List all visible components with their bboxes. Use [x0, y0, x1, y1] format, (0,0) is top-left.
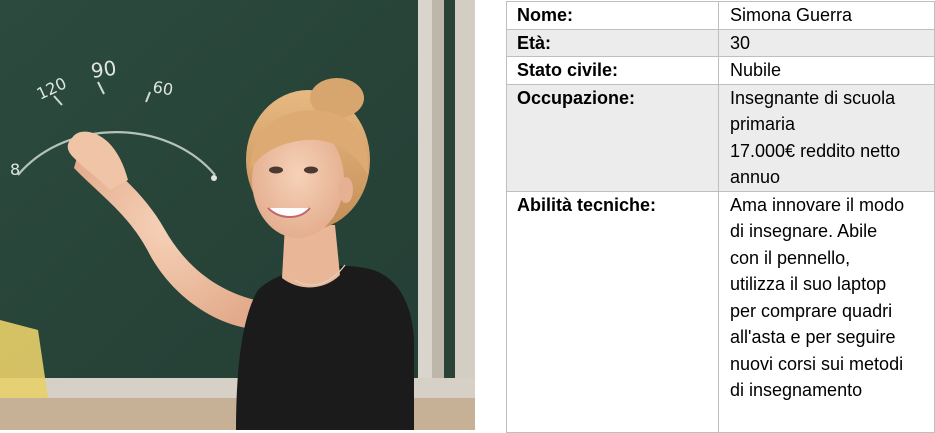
row-label: Abilità tecniche:	[506, 190, 719, 433]
row-label: Occupazione:	[506, 83, 719, 192]
value-line: Insegnante di scuola	[730, 87, 896, 108]
value-line: per comprare quadri	[730, 300, 893, 321]
value-line: Nubile	[730, 60, 782, 80]
value-line: Simona Guerra	[730, 5, 853, 25]
row-label: Nome:	[506, 1, 719, 30]
chalk-mark-60: 60	[151, 77, 174, 99]
row-value: 30	[718, 28, 935, 57]
value-line: nuovi corsi sui metodi	[730, 353, 904, 374]
value-line: 17.000€ reddito netto	[730, 140, 901, 161]
value-line: di insegnare. Abile	[730, 221, 878, 241]
teacher-at-chalkboard-photo: 90 120 60 8	[0, 0, 475, 430]
row-value: Insegnante di scuola primaria 17.000€ re…	[718, 83, 935, 192]
black-dress	[236, 265, 414, 430]
value-line: di insegnamento	[730, 380, 863, 400]
row-value: Simona Guerra	[718, 1, 935, 30]
table-row-eta: Età: 30	[506, 28, 935, 57]
table-row-occupazione: Occupazione: Insegnante di scuola primar…	[506, 83, 935, 192]
row-value: Ama innovare il modo di insegnare. Abile…	[718, 190, 935, 433]
row-label: Età:	[506, 28, 719, 57]
value-line: all'asta e per seguire	[730, 327, 896, 347]
value-line: utilizza il suo laptop	[730, 274, 887, 294]
value-line: annuo	[730, 167, 781, 187]
persona-profile-table: Nome: Simona Guerra Età: 30 Stato civile…	[506, 1, 935, 433]
value-line: Ama innovare il modo	[730, 194, 905, 215]
value-line: primaria	[730, 114, 796, 134]
table-row-nome: Nome: Simona Guerra	[506, 1, 935, 30]
value-line: con il pennello,	[730, 247, 851, 268]
row-value: Nubile	[718, 56, 935, 85]
value-line: 30	[730, 32, 751, 53]
table-row-stato-civile: Stato civile: Nubile	[506, 56, 935, 85]
chalk-mark-8: 8	[10, 160, 20, 179]
row-label: Stato civile:	[506, 56, 719, 85]
table-row-abilita-tecniche: Abilità tecniche: Ama innovare il modo d…	[506, 190, 935, 433]
chalk-mark-90: 90	[89, 56, 118, 83]
persona-photo: 90 120 60 8	[0, 0, 475, 430]
